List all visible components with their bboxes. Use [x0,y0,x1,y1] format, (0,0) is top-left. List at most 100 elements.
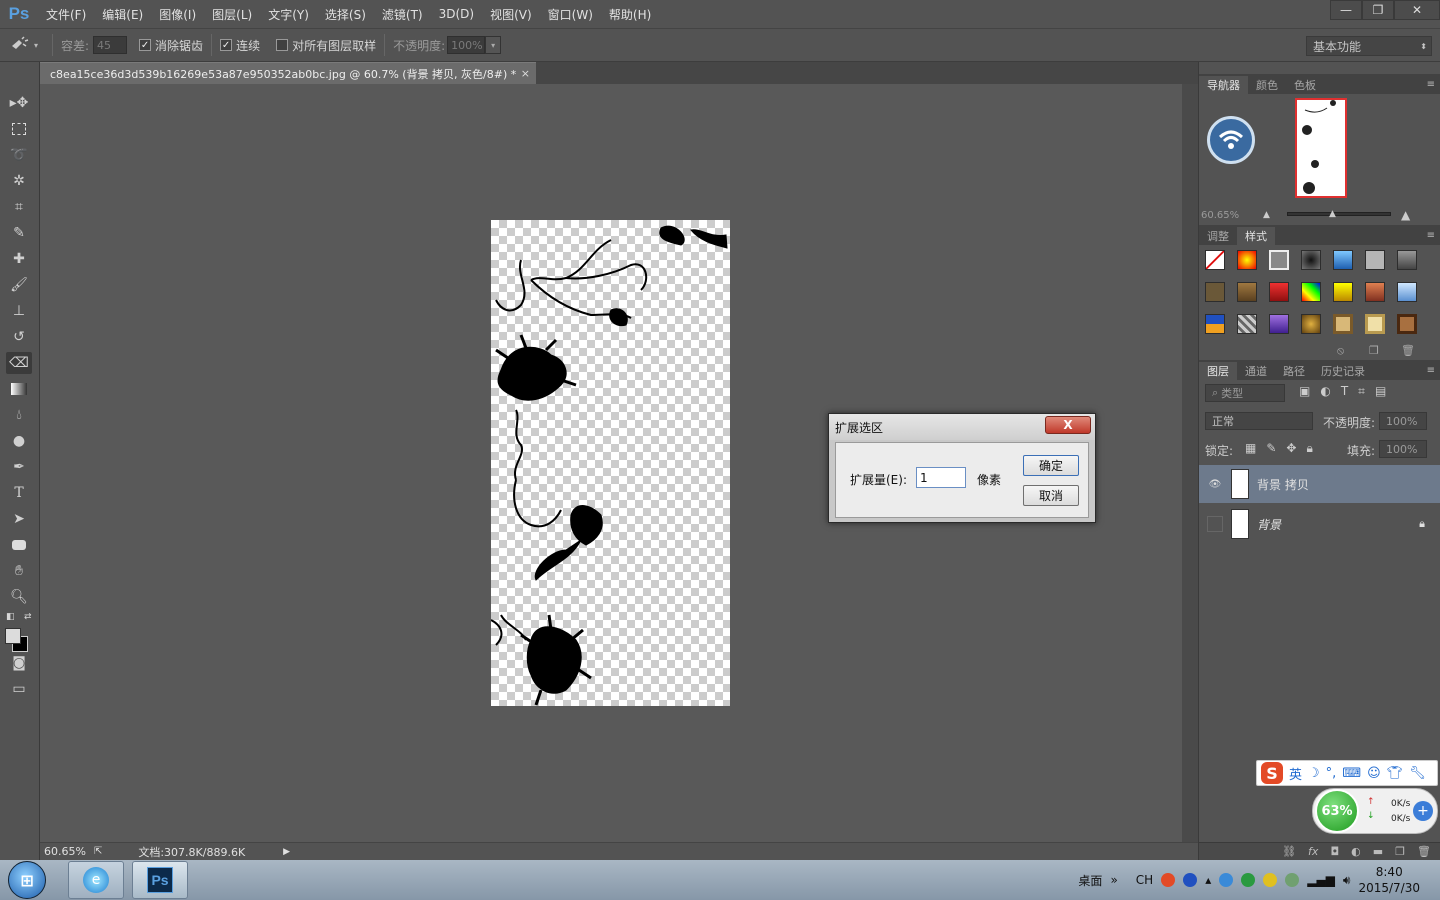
network-tray-icon[interactable] [1285,873,1300,887]
style-swatch[interactable] [1301,314,1321,334]
menu-window[interactable]: 窗口(W) [540,0,601,28]
clear-style-icon[interactable]: ⦸ [1337,344,1344,358]
tab-history[interactable]: 历史记录 [1313,362,1373,380]
magic-wand-preset-icon[interactable]: ▾ [10,36,44,54]
lock-all-icon[interactable]: 🔒︎ [1306,441,1312,456]
minimize-button[interactable]: — [1330,0,1362,20]
zoom-tool-icon[interactable]: 🔍︎ [6,586,32,608]
type-tool-icon[interactable]: T [6,482,32,504]
brush-tool-icon[interactable]: 🖌︎ [6,274,32,296]
visibility-toggle[interactable] [1207,516,1223,532]
tab-paths[interactable]: 路径 [1275,362,1313,380]
expand-toolbar-icon[interactable]: » [1110,873,1117,887]
close-tab-icon[interactable]: × [521,67,530,80]
zoom-in-icon[interactable]: ▲ [1401,208,1410,222]
style-swatch[interactable] [1301,282,1321,302]
security-tray-icon[interactable] [1241,873,1256,887]
crop-tool-icon[interactable]: ⌗ [6,196,32,218]
fx-icon[interactable]: fx [1308,845,1318,858]
foreground-color-swatch[interactable] [5,628,21,644]
skin-icon[interactable]: 👕︎ [1387,766,1404,781]
network-monitor[interactable]: 63% ↑ ↓ 0K/s 0K/s + [1312,788,1438,834]
menu-image[interactable]: 图像(I) [151,0,204,28]
menu-edit[interactable]: 编辑(E) [94,0,151,28]
style-swatch[interactable] [1333,314,1353,334]
delete-layer-icon[interactable]: 🗑︎ [1417,845,1431,858]
menu-help[interactable]: 帮助(H) [601,0,659,28]
eye-icon[interactable]: 👁︎ [1207,476,1223,492]
style-swatch[interactable] [1269,314,1289,334]
wifi-tray-icon[interactable] [1219,873,1234,887]
tab-channels[interactable]: 通道 [1237,362,1275,380]
cancel-button[interactable]: 取消 [1023,485,1079,506]
status-menu-arrow-icon[interactable]: ▶ [283,847,290,857]
hand-tool-icon[interactable]: ✋︎ [6,560,32,582]
antialias-checkbox[interactable]: ✓ [139,39,152,51]
sogou-tray-icon[interactable] [1161,873,1176,887]
style-swatch[interactable] [1333,250,1353,270]
quick-mask-icon[interactable]: ◙ [6,652,32,674]
taskbar-app-browser[interactable]: e [68,861,124,899]
ime-toolbar[interactable]: S 英 ☽ °, ⌨ ☺ 👕︎ 🔧︎ [1256,760,1438,786]
close-window-button[interactable]: ✕ [1394,0,1440,20]
fill-input[interactable]: 100% [1379,440,1427,458]
keyboard-icon[interactable]: ⌨ [1342,766,1361,781]
punctuation-icon[interactable]: °, [1326,766,1337,781]
screen-mode-icon[interactable]: ▭ [6,678,32,700]
eyedropper-tool-icon[interactable]: ✎ [6,222,32,244]
shape-tool-icon[interactable] [6,534,32,556]
delete-style-icon[interactable]: 🗑︎ [1401,344,1415,357]
marquee-tool-icon[interactable] [6,118,32,140]
navigator-zoom-slider[interactable] [1287,212,1391,216]
opacity-dropdown-icon[interactable]: ▾ [485,36,502,54]
wifi-icon[interactable] [1207,116,1255,164]
new-layer-icon[interactable]: ❐ [1395,845,1405,858]
lasso-tool-icon[interactable]: ➰ [6,144,32,166]
style-swatch[interactable] [1269,282,1289,302]
style-swatch[interactable] [1237,314,1257,334]
panel-menu-icon[interactable]: ≡ [1427,365,1435,376]
show-hidden-icons-icon[interactable]: ▴ [1205,873,1211,887]
tab-swatches[interactable]: 色板 [1286,76,1324,94]
menu-3d[interactable]: 3D(D) [431,0,482,28]
menu-filter[interactable]: 滤镜(T) [374,0,431,28]
ok-button[interactable]: 确定 [1023,455,1079,476]
eraser-tool-icon[interactable]: ⌫ [6,352,32,374]
navigator-preview[interactable] [1295,98,1347,198]
lock-position-icon[interactable]: ✥ [1286,441,1296,456]
start-button[interactable]: ⊞ [8,861,46,899]
zoom-readout[interactable]: 60.65% [44,845,86,858]
language-indicator[interactable]: CH [1136,873,1153,887]
desktop-toolbar[interactable]: 桌面 [1078,872,1102,889]
lock-paint-icon[interactable]: ✎ [1266,441,1276,456]
menu-file[interactable]: 文件(F) [38,0,94,28]
style-swatch[interactable] [1365,282,1385,302]
tab-navigator[interactable]: 导航器 [1199,76,1248,94]
magic-wand-tool-icon[interactable]: ✲ [6,170,32,192]
style-swatch[interactable] [1397,314,1417,334]
smart-object-filter-icon[interactable]: ▤ [1375,384,1386,399]
link-layers-icon[interactable]: ⛓︎ [1282,845,1296,858]
adjustment-filter-icon[interactable]: ◐ [1320,384,1330,399]
style-swatch[interactable] [1365,314,1385,334]
panel-menu-icon[interactable]: ≡ [1427,230,1435,241]
menu-view[interactable]: 视图(V) [482,0,540,28]
document-tab[interactable]: c8ea15ce36d3d539b16269e53a87e950352ab0bc… [40,62,536,84]
gradient-tool-icon[interactable] [6,378,32,400]
type-filter-icon[interactable]: T [1341,384,1348,399]
swap-colors-icon[interactable]: ⇄ [24,612,32,622]
document-canvas[interactable] [491,220,730,706]
style-swatch[interactable] [1333,282,1353,302]
history-brush-tool-icon[interactable]: ↺ [6,326,32,348]
expand-by-input[interactable] [916,467,966,488]
navigator-zoom[interactable]: 60.65% [1201,210,1239,221]
add-icon[interactable]: + [1413,801,1433,821]
tools-icon[interactable]: 🔧︎ [1409,766,1426,781]
restore-button[interactable]: ❐ [1362,0,1394,20]
style-swatch[interactable] [1269,250,1289,270]
style-swatch[interactable] [1237,250,1257,270]
layer-row-background[interactable]: 背景 🔒︎ [1199,505,1440,543]
export-icon[interactable]: ⇱ [94,846,102,857]
layer-filter-select[interactable]: ⌕ 类型 [1205,384,1285,402]
panel-menu-icon[interactable]: ≡ [1427,79,1435,90]
